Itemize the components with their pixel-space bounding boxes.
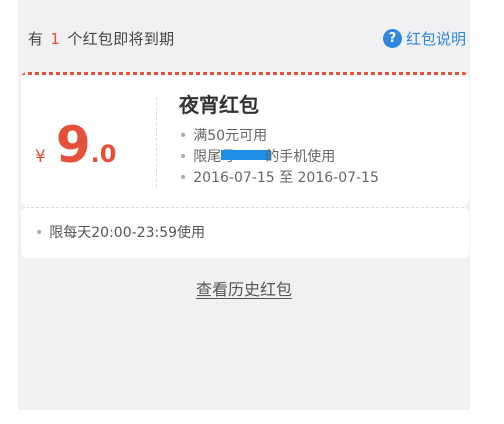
horizontal-divider: [21, 207, 469, 208]
condition-validity: • 2016-07-15 至 2016-07-15: [179, 168, 459, 189]
bullet-dot: •: [179, 128, 188, 144]
history-coupons-link[interactable]: 查看历史红包: [18, 276, 470, 300]
condition-text: 2016-07-15 至 2016-07-15: [193, 170, 379, 186]
card-notch-right: [465, 203, 469, 211]
expiry-header: 有 1 个红包即将到期 ? 红包说明: [18, 10, 470, 66]
bullet-dot: •: [179, 170, 188, 186]
coupon-amount: ¥ 9 .0: [35, 117, 116, 173]
coupon-info: 夜宵红包 • 满50元可用 • 限尾号 的手机使用 • 2016-07-15 至 201…: [179, 89, 459, 189]
question-circle-icon: ?: [382, 28, 402, 48]
coupon-card[interactable]: ¥ 9 .0 夜宵红包 • 满50元可用 • 限尾号 的手机使用 • 2016-07-1…: [21, 72, 469, 258]
currency-symbol: ¥: [35, 147, 46, 167]
condition-text: 满50元可用: [193, 128, 268, 144]
coupon-help-label: 红包说明: [405, 29, 466, 48]
expiry-prefix: 有: [28, 29, 44, 48]
amount-integer: 9: [55, 116, 91, 174]
amount-decimal: .0: [90, 140, 117, 168]
coupon-title: 夜宵红包: [179, 93, 259, 117]
time-rule: • 限每天20:00-23:59使用: [35, 222, 205, 242]
condition-phone: • 限尾号 的手机使用: [179, 147, 459, 168]
bullet-dot: •: [35, 225, 44, 241]
coupon-help-link[interactable]: ? 红包说明: [382, 28, 466, 49]
condition-min-spend: • 满50元可用: [179, 126, 459, 147]
card-notch-left: [21, 203, 25, 211]
coupon-main: ¥ 9 .0 夜宵红包 • 满50元可用 • 限尾号 的手机使用 • 2016-07-1…: [21, 75, 469, 207]
redaction-bar: [221, 150, 272, 160]
expiry-notice: 有 1 个红包即将到期: [28, 28, 174, 49]
phone-suffix: 的手机使用: [265, 149, 336, 165]
expiry-suffix: 个红包即将到期: [67, 29, 175, 48]
time-rule-text: 限每天20:00-23:59使用: [49, 225, 206, 241]
bullet-dot: •: [179, 149, 188, 165]
expiry-count: 1: [50, 29, 61, 48]
vertical-divider: [156, 97, 157, 187]
app-screen: 有 1 个红包即将到期 ? 红包说明 ¥ 9 .0 夜宵红包 • 满50元可用: [18, 0, 470, 410]
